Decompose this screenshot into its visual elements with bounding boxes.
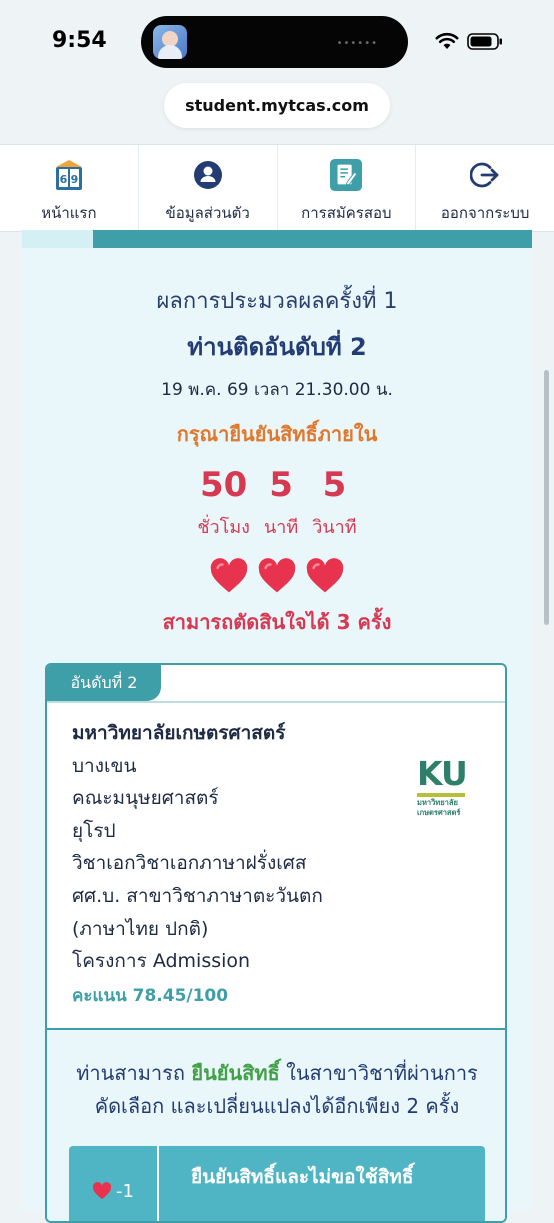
heart-icon (92, 1182, 112, 1200)
status-bar: 9:54 •••••• (0, 0, 554, 80)
major-name: วิชาเอกวิชาเอกภาษาฝรั่งเศส (72, 852, 307, 875)
program-details: มหาวิทยาลัยเกษตรศาสตร์ บางเขน คณะมนุษยศา… (72, 717, 323, 978)
confirm-info-text: ท่านสามารถ ยืนยันสิทธิ์ ในสาขาวิชาที่ผ่า… (47, 1057, 505, 1123)
card-header-divider (47, 701, 505, 703)
info-text-line2: คัดเลือก และเปลี่ยนแปลงได้อีกเพียง 2 ครั… (94, 1094, 460, 1118)
countdown-timer: 50 ชั่วโมง 5 นาที 5 วินาที (0, 468, 554, 541)
wifi-icon (435, 32, 459, 49)
header-bar (93, 230, 532, 248)
progress-track (22, 230, 93, 248)
svg-text:9: 9 (71, 173, 79, 186)
ku-logo-line2: เกษตรศาสตร์ (417, 808, 461, 817)
program-card: อันดับที่ 2 มหาวิทยาลัยเกษตรศาสตร์ บางเข… (45, 663, 507, 1223)
nav-label-application: การสมัครสอบ (301, 204, 392, 222)
url-text: student.mytcas.com (185, 96, 369, 115)
field-name: ยุโรป (72, 819, 116, 842)
rank-tab: อันดับที่ 2 (47, 665, 161, 701)
nav-item-home[interactable]: 6 9 หน้าแรก (0, 145, 139, 231)
nav-label-logout: ออกจากระบบ (440, 204, 530, 222)
project-name: โครงการ Admission (72, 950, 251, 973)
heart-icon (258, 558, 296, 593)
score-text: คะแนน 78.45/100 (72, 986, 229, 1006)
nav-item-application[interactable]: การสมัครสอบ (278, 145, 417, 231)
ku-logo: KU มหาวิทยาลัย เกษตรศาสตร์ (417, 754, 468, 821)
status-time: 9:54 (52, 28, 107, 53)
edit-document-icon (330, 158, 363, 192)
confirm-decline-button[interactable]: -1 ยืนยันสิทธิ์และไม่ขอใช้สิทธิ์ (69, 1146, 485, 1221)
countdown-minutes: 5 นาที (264, 468, 298, 541)
countdown-minutes-value: 5 (269, 465, 293, 505)
nav-label-home: หน้าแรก (41, 204, 97, 222)
heart-icon (210, 558, 248, 593)
user-circle-icon (192, 158, 224, 192)
logout-icon (469, 158, 501, 192)
dynamic-island: •••••• (141, 16, 408, 68)
svg-text:6: 6 (60, 173, 68, 186)
campus-name: บางเขน (72, 754, 137, 777)
ku-logo-line1: มหาวิทยาลัย (417, 798, 458, 807)
countdown-hours-unit: ชั่วโมง (197, 517, 250, 538)
round-title: ผลการประมวลผลครั้งที่ 1 (156, 289, 398, 314)
url-bar[interactable]: student.mytcas.com (164, 83, 390, 128)
countdown-minutes-unit: นาที (263, 517, 299, 538)
island-dots-icon: •••••• (336, 38, 378, 49)
rank-title: ท่านติดอันดับที่ 2 (187, 333, 367, 361)
info-text-highlight: ยืนยันสิทธิ์ (191, 1061, 280, 1085)
deadline-text: 19 พ.ค. 69 เวลา 21.30.00 น. (161, 380, 393, 400)
info-text-before: ท่านสามารถ (76, 1061, 192, 1085)
battery-icon (467, 33, 502, 50)
faculty-name: คณะมนุษยศาสตร์ (72, 787, 219, 810)
countdown-seconds-unit: วินาที (312, 517, 357, 538)
top-nav: 6 9 หน้าแรก ข้อมูลส่วนตัว การสมัครสอบ ออ… (0, 144, 554, 232)
confirm-within-label: กรุณายืนยันสิทธิ์ภายใน (176, 422, 378, 446)
heart-cost-value: -1 (116, 1180, 134, 1202)
university-name: มหาวิทยาลัยเกษตรศาสตร์ (72, 722, 286, 744)
program-type: (ภาษาไทย ปกติ) (72, 917, 209, 940)
island-avatar (153, 25, 187, 59)
chances-text: สามารถตัดสินใจได้ 3 ครั้ง (162, 610, 392, 634)
nav-label-profile: ข้อมูลส่วนตัว (165, 204, 250, 222)
book-69-icon: 6 9 (53, 158, 85, 192)
countdown-hours-value: 50 (199, 465, 248, 505)
heart-cost: -1 (69, 1146, 159, 1221)
ku-logo-letters: KU (417, 754, 468, 793)
hearts-row (0, 558, 554, 594)
countdown-hours: 50 ชั่วโมง (197, 468, 250, 541)
heart-icon (306, 558, 344, 593)
nav-item-profile[interactable]: ข้อมูลส่วนตัว (139, 145, 278, 231)
degree-name: ศศ.บ. สาขาวิชาภาษาตะวันตก (72, 884, 323, 907)
countdown-seconds-value: 5 (322, 465, 347, 505)
card-action-area: ท่านสามารถ ยืนยันสิทธิ์ ในสาขาวิชาที่ผ่า… (47, 1030, 505, 1221)
countdown-seconds: 5 วินาที (312, 468, 356, 541)
ku-logo-bar (417, 793, 465, 797)
confirm-decline-label: ยืนยันสิทธิ์และไม่ขอใช้สิทธิ์ (191, 1166, 414, 1188)
nav-item-logout[interactable]: ออกจากระบบ (416, 145, 554, 231)
info-text-after: ในสาขาวิชาที่ผ่านการ (279, 1061, 478, 1085)
